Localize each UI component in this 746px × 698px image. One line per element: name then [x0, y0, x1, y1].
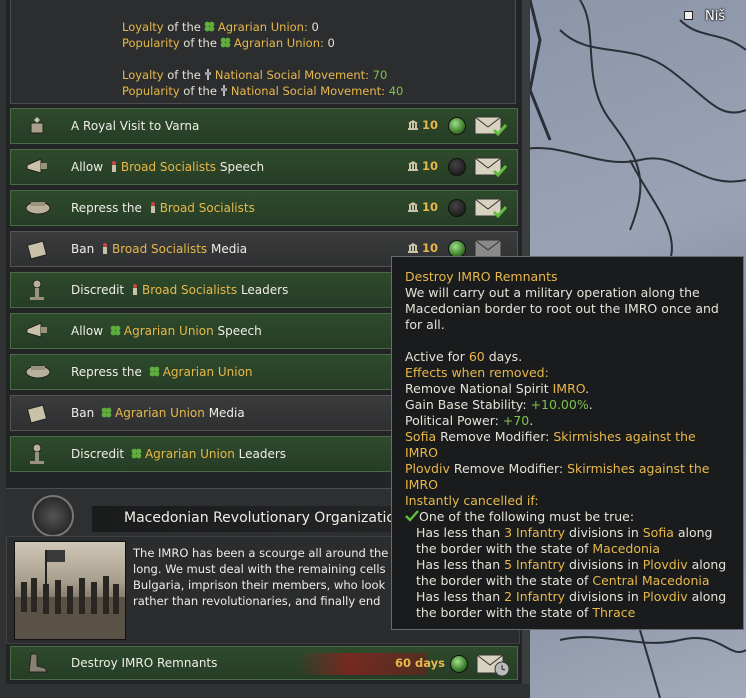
tooltip-effect: Political Power: +70. — [405, 413, 534, 428]
cap-icon — [25, 201, 51, 215]
tooltip-desc-line: Macedonian border to root out the IMRO o… — [405, 301, 719, 316]
megaphone-icon — [26, 322, 47, 338]
mission-days: 60 days — [395, 656, 445, 670]
decision-repress[interactable]: Repress the Broad Socialists 10 — [10, 190, 518, 226]
tooltip-effect: Remove National Spirit IMRO. — [405, 381, 590, 396]
decision-title: Repress the Agrarian Union — [71, 365, 253, 379]
torch-icon — [220, 85, 227, 96]
decision-title: Allow Broad Socialists Speech — [71, 160, 265, 174]
tooltip-condition: Has less than 3 Infantry divisions in So… — [416, 525, 713, 540]
mission-title: Destroy IMRO Remnants — [71, 656, 218, 670]
tooltip-condition: the border with the state of Thrace — [416, 605, 636, 620]
decision-title: Ban Agrarian Union Media — [71, 406, 245, 420]
crown-icon — [30, 117, 44, 134]
decision-allow-speech[interactable]: Allow Broad Socialists Speech 10 — [10, 149, 518, 185]
crowd-image — [15, 550, 125, 639]
bust-icon — [30, 443, 44, 464]
category-description: The IMRO has been a scourge all around t… — [133, 546, 389, 608]
bust-icon — [30, 279, 44, 300]
decision-royal-visit[interactable]: A Royal Visit to Varna 10 — [10, 108, 518, 144]
tooltip-effect: Sofia Remove Modifier: Skirmishes agains… — [405, 429, 696, 444]
worker-icon — [150, 202, 155, 213]
clover-icon — [110, 325, 121, 336]
envelope-icon[interactable] — [474, 196, 508, 220]
tooltip-condition: the border with the state of Macedonia — [416, 541, 661, 556]
newspaper-icon — [26, 404, 48, 424]
stat-line: Popularity of the National Social Movemen… — [122, 84, 404, 98]
envelope-icon[interactable] — [474, 155, 508, 179]
megaphone-icon — [26, 158, 47, 174]
status-orb-icon — [448, 117, 466, 135]
status-orb-icon — [448, 199, 466, 217]
clover-icon — [131, 448, 142, 459]
category-emblem-icon — [32, 495, 74, 537]
clover-icon — [220, 37, 231, 48]
tooltip-cancel-header: Instantly cancelled if: — [405, 493, 539, 508]
mission-destroy-imro[interactable]: Destroy IMRO Remnants 60 days — [10, 646, 518, 680]
decision-cost: 10 — [407, 241, 438, 255]
decision-cost: 10 — [407, 159, 438, 173]
decision-title: Discredit Agrarian Union Leaders — [71, 447, 287, 461]
clover-icon — [149, 366, 160, 377]
clover-icon — [204, 21, 215, 32]
decision-cost: 10 — [407, 200, 438, 214]
clover-icon — [101, 407, 112, 418]
decision-title: Discredit Broad Socialists Leaders — [71, 283, 289, 297]
torch-icon — [204, 69, 211, 80]
category-title: Macedonian Revolutionary Organizatio — [124, 510, 395, 526]
cap-icon — [25, 365, 51, 379]
tooltip-desc-line: for all. — [405, 317, 445, 332]
checkmark-icon — [405, 510, 419, 522]
newspaper-icon — [26, 240, 48, 260]
tooltip-active: Active for 60 days. — [405, 349, 523, 364]
worker-icon — [103, 243, 108, 254]
envelope-clock-icon[interactable] — [476, 651, 510, 677]
panel-bottom-frame — [0, 684, 530, 698]
decision-cost: 10 — [407, 118, 438, 132]
tooltip-effect: IMRO — [405, 477, 438, 492]
political-power-icon — [408, 243, 418, 253]
tooltip-effect: Gain Base Stability: +10.00%. — [405, 397, 593, 412]
stat-line: Popularity of the Agrarian Union: 0 — [122, 36, 335, 50]
tooltip-effect: Plovdiv Remove Modifier: Skirmishes agai… — [405, 461, 710, 476]
category-photo — [14, 541, 126, 640]
decision-title: Ban Broad Socialists Media — [71, 242, 248, 256]
tooltip-effect: IMRO — [405, 445, 438, 460]
status-orb-icon — [450, 655, 468, 673]
city-marker-icon[interactable] — [684, 11, 693, 20]
tooltip-condition: Has less than 5 Infantry divisions in Pl… — [416, 557, 727, 572]
worker-icon — [111, 161, 116, 172]
mission-tooltip: Destroy IMRO Remnants We will carry out … — [391, 256, 744, 630]
worker-icon — [132, 284, 137, 295]
tooltip-condition: Has less than 2 Infantry divisions in Pl… — [416, 589, 727, 604]
stat-line: Loyalty of the National Social Movement: … — [122, 68, 388, 82]
political-power-icon — [408, 202, 418, 212]
political-power-icon — [408, 120, 418, 130]
tooltip-title: Destroy IMRO Remnants — [405, 269, 558, 284]
political-power-icon — [408, 161, 418, 171]
tooltip-condition-group: One of the following must be true: — [405, 509, 634, 525]
tooltip-condition: the border with the state of Central Mac… — [416, 573, 710, 588]
decision-title: Allow Agrarian Union Speech — [71, 324, 262, 338]
decision-title: A Royal Visit to Varna — [71, 119, 200, 133]
tooltip-desc-line: We will carry out a military operation a… — [405, 285, 700, 300]
tooltip-effects-header: Effects when removed: — [405, 365, 549, 380]
decision-title: Repress the Broad Socialists — [71, 201, 255, 215]
boots-icon — [28, 653, 48, 673]
envelope-icon[interactable] — [474, 114, 508, 138]
status-orb-icon — [448, 158, 466, 176]
stat-line: Loyalty of the Agrarian Union: 0 — [122, 20, 319, 34]
city-label[interactable]: Niš — [705, 9, 725, 24]
